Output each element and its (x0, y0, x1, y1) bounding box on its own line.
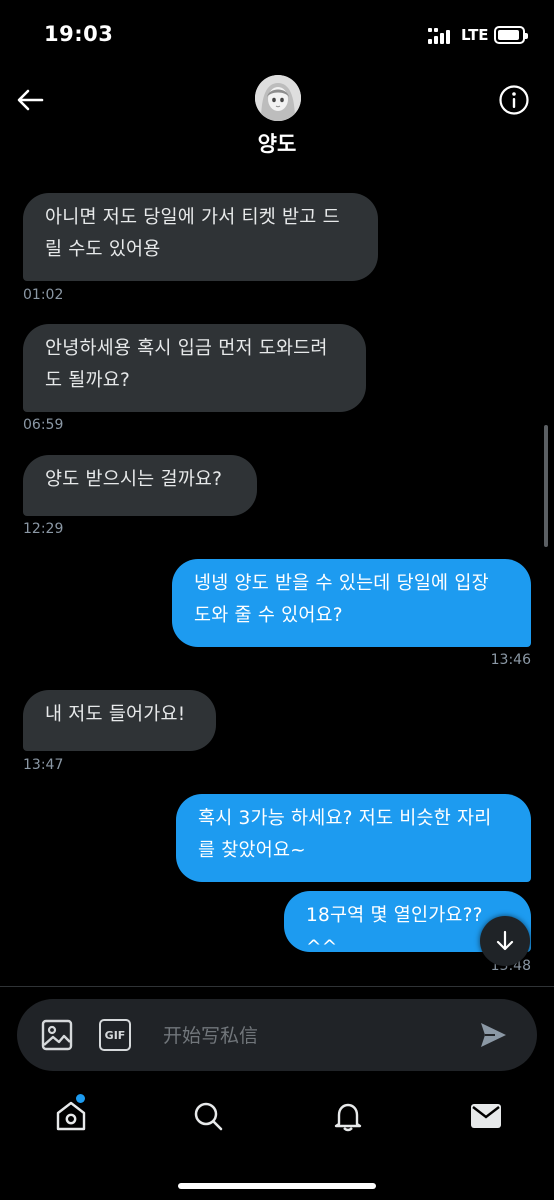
back-arrow-icon (17, 89, 44, 111)
info-icon (499, 85, 529, 115)
nav-search[interactable] (190, 1098, 226, 1134)
image-icon (41, 1019, 73, 1051)
message-text: 내 저도 들어가요! (45, 704, 186, 725)
home-icon (56, 1101, 86, 1131)
dm-conversation-screen: 19:03 LTE 양도 아니면 저도 당일에 가서 티켓 받고 드 릴 수도 … (0, 0, 554, 1200)
signal-icon (428, 28, 456, 44)
send-button[interactable] (477, 1019, 509, 1051)
message-bubble-received[interactable]: 양도 받으시는 걸까요? (23, 455, 257, 516)
back-button[interactable] (12, 82, 48, 118)
network-type: LTE (461, 26, 489, 44)
message-text: 18구역 몇 열인가요??^^ (306, 905, 483, 958)
scrollbar-thumb[interactable] (544, 425, 548, 547)
gif-button[interactable]: GIF (99, 1019, 131, 1051)
message-timestamp: 01:02 (23, 287, 64, 303)
status-bar: 19:03 LTE (0, 0, 554, 70)
message-text: 양도 받으시는 걸까요? (45, 469, 223, 490)
status-time: 19:03 (44, 22, 114, 46)
message-timestamp: 06:59 (23, 417, 64, 433)
message-text: 넹넹 양도 받을 수 있는데 당일에 입장 도와 줄 수 있어요? (194, 573, 489, 626)
nav-home-badge (76, 1094, 85, 1103)
message-timestamp: 13:46 (490, 652, 531, 668)
message-bubble-sent[interactable]: 혹시 3가능 하세요? 저도 비슷한 자리 를 찾았어요~ (176, 794, 531, 882)
home-indicator[interactable] (178, 1183, 376, 1189)
search-icon (194, 1102, 223, 1131)
message-input[interactable] (163, 1021, 463, 1051)
gif-icon: GIF (104, 1028, 126, 1042)
contact-name[interactable]: 양도 (0, 128, 554, 158)
notifications-icon (334, 1103, 362, 1132)
composer-divider (0, 986, 554, 987)
message-composer: GIF (17, 999, 537, 1071)
message-text: 혹시 3가능 하세요? 저도 비슷한 자리 를 찾았어요~ (198, 808, 492, 861)
arrow-down-icon (496, 930, 514, 951)
info-button[interactable] (496, 82, 532, 118)
message-bubble-received[interactable]: 내 저도 들어가요! (23, 690, 216, 751)
message-bubble-sent[interactable]: 넹넹 양도 받을 수 있는데 당일에 입장 도와 줄 수 있어요? (172, 559, 531, 647)
contact-avatar[interactable] (255, 75, 301, 121)
message-text: 아니면 저도 당일에 가서 티켓 받고 드릴 수도 있어용 (45, 207, 340, 260)
messages-icon (471, 1104, 501, 1128)
add-image-button[interactable] (41, 1019, 73, 1051)
message-timestamp: 12:29 (23, 521, 64, 537)
battery-icon (494, 26, 528, 44)
scroll-to-bottom-button[interactable] (480, 916, 530, 966)
nav-home[interactable] (53, 1098, 89, 1134)
message-bubble-received[interactable]: 안녕하세용 혹시 입금 먼저 도와드려 도 될까요? (23, 324, 366, 412)
message-text: 안녕하세용 혹시 입금 먼저 도와드려 도 될까요? (45, 338, 328, 391)
send-icon (481, 1023, 506, 1047)
nav-notifications[interactable] (330, 1098, 366, 1134)
message-timestamp: 13:47 (23, 757, 64, 773)
nav-messages[interactable] (468, 1098, 504, 1134)
message-bubble-received[interactable]: 아니면 저도 당일에 가서 티켓 받고 드릴 수도 있어용 (23, 193, 378, 281)
